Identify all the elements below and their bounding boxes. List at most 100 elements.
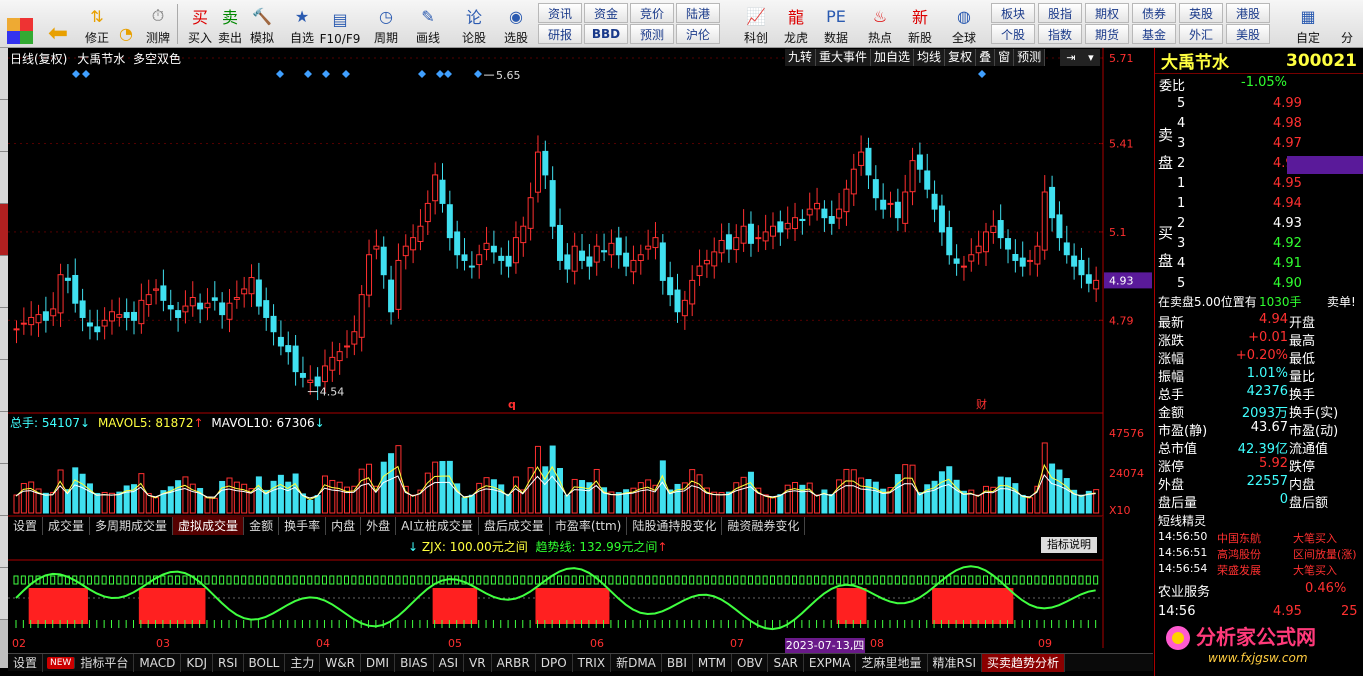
chart-tool-button[interactable]: 加自选 — [871, 49, 915, 66]
market-button[interactable]: 期货 — [1085, 24, 1129, 44]
clock-button[interactable]: ◷ 周期 — [368, 2, 404, 46]
indicator-tab[interactable]: VR — [464, 653, 492, 672]
indicator-tab[interactable]: 设置 — [8, 653, 44, 672]
chart-nav-arrows[interactable]: ⇥ ▾ — [1060, 49, 1100, 66]
price-tick: 4.79 — [1109, 314, 1134, 327]
kline-chart[interactable]: 5.71 5.41 5.1 4.79 4.93 5.65 4.54 q 财 47576 24074 X… — [8, 48, 1153, 653]
indicator-tab[interactable]: BOLL — [244, 653, 286, 672]
fix-button[interactable]: ⇅ 修正 — [82, 2, 112, 46]
market-button[interactable]: 股指 — [1038, 3, 1082, 23]
test-button[interactable]: ⏱ 测牌 — [142, 2, 174, 46]
main-tab[interactable]: 虚拟成交量 — [173, 517, 245, 535]
main-tab[interactable]: 金额 — [244, 517, 280, 535]
indicator-bar — [146, 588, 155, 624]
market-button[interactable]: 基金 — [1132, 24, 1176, 44]
chart-tool-button[interactable]: 复权 — [945, 49, 977, 66]
quick-link-button[interactable]: 陆港 — [676, 3, 720, 23]
main-tab[interactable]: 成交量 — [43, 517, 91, 535]
chart-button[interactable]: 📈 科创 — [738, 2, 774, 46]
main-tab[interactable]: 市盈率(ttm) — [550, 517, 628, 535]
main-tab[interactable]: 设置 — [8, 517, 44, 535]
indicator-tab[interactable]: RSI — [213, 653, 244, 672]
market-button[interactable]: 期权 — [1085, 3, 1129, 23]
indicator-tab[interactable]: 主力 — [285, 653, 321, 672]
market-button[interactable]: 个股 — [991, 24, 1035, 44]
clock-button[interactable]: ◔ — [112, 2, 140, 46]
market-button[interactable]: 指数 — [1038, 24, 1082, 44]
volume-bar — [505, 493, 512, 514]
chat-button[interactable]: 论论股 — [456, 2, 492, 46]
quick-link-button[interactable]: 预测 — [630, 24, 674, 44]
x-tick: 08 — [870, 637, 884, 650]
select-button[interactable]: ◉ 选股 — [498, 2, 534, 46]
left-side-tabs[interactable] — [0, 48, 8, 668]
market-button[interactable]: 外汇 — [1179, 24, 1223, 44]
chart-area[interactable]: 5.71 5.41 5.1 4.79 4.93 5.65 4.54 q 财 47576 24074 X… — [8, 48, 1153, 668]
market-button[interactable]: 港股 — [1226, 3, 1270, 23]
chart-tool-button[interactable]: 均线 — [914, 49, 946, 66]
f10-button[interactable]: ▤ F10/F9 — [320, 2, 361, 47]
indicator-tab[interactable]: W&R — [320, 653, 361, 672]
market-button[interactable]: 债券 — [1132, 3, 1176, 23]
quick-link-button[interactable]: 竞价 — [630, 3, 674, 23]
market-button[interactable]: 英股 — [1179, 3, 1223, 23]
chart-tool-button[interactable]: 窗 — [995, 49, 1015, 66]
indicator-help-button[interactable]: 指标说明 — [1041, 537, 1097, 553]
indicator-tab[interactable]: ASI — [434, 653, 465, 672]
newstock-button[interactable]: 新新股 — [902, 2, 938, 46]
indicator-tab[interactable]: OBV — [732, 653, 769, 672]
logo-icon[interactable] — [4, 2, 36, 46]
back-arrow-icon[interactable]: ⬅ — [42, 2, 74, 47]
expand-right-icon[interactable]: ⇥ — [1066, 51, 1075, 64]
indicator-tab[interactable]: 买卖趋势分析 — [982, 653, 1066, 672]
market-button[interactable]: 板块 — [991, 3, 1035, 23]
dragon-button[interactable]: 龍龙虎 — [778, 2, 814, 46]
star-button[interactable]: ★ 自选 — [284, 2, 320, 46]
chevron-down-icon[interactable]: ▾ — [1088, 51, 1094, 64]
quick-link-button[interactable]: BBD — [584, 24, 628, 44]
indicator-tab[interactable]: SAR — [768, 653, 804, 672]
quick-link-button[interactable]: 资讯 — [538, 3, 582, 23]
indicator-tab[interactable]: BIAS — [395, 653, 434, 672]
main-tab[interactable]: 融资融券变化 — [722, 517, 806, 535]
hammer-button[interactable]: 🔨 模拟 — [244, 2, 280, 46]
pen-button[interactable]: ✎ 画线 — [410, 2, 446, 46]
chart-tool-button[interactable]: 预测 — [1014, 49, 1046, 66]
indicator-tab[interactable]: EXPMA — [804, 653, 857, 672]
main-tab[interactable]: 换手率 — [279, 517, 327, 535]
quick-link-button[interactable]: 沪伦 — [676, 24, 720, 44]
chart-tool-button[interactable]: 九转 — [785, 49, 817, 66]
indicator-tab[interactable]: KDJ — [181, 653, 213, 672]
indicator-tab[interactable]: MTM — [693, 653, 732, 672]
indicator-tab[interactable]: MACD — [134, 653, 182, 672]
main-tab[interactable]: AI立桩成交量 — [396, 517, 479, 535]
main-tab[interactable]: 多周期成交量 — [90, 517, 174, 535]
main-tab[interactable]: 内盘 — [326, 517, 362, 535]
main-tab[interactable]: 陆股通持股变化 — [627, 517, 723, 535]
more-button[interactable]: 分 — [1334, 2, 1360, 46]
market-button[interactable]: 美股 — [1226, 24, 1270, 44]
globe-button[interactable]: ◍ 全球 — [946, 2, 982, 46]
main-tab[interactable]: 盘后成交量 — [479, 517, 550, 535]
quick-link-button[interactable]: 研报 — [538, 24, 582, 44]
candle — [410, 237, 417, 251]
indicator-tab[interactable]: DPO — [536, 653, 573, 672]
indicator-tab[interactable]: 芝麻里地量 — [856, 653, 928, 672]
pe-button[interactable]: PE 数据 — [818, 2, 854, 46]
indicator-tab[interactable]: TRIX — [573, 653, 612, 672]
fire-button[interactable]: ♨ 热点 — [862, 2, 898, 46]
custom-button[interactable]: ▦ 自定 — [1290, 2, 1326, 46]
chart-tool-button[interactable]: 重大事件 — [816, 49, 872, 66]
level-num: 5 — [1177, 276, 1186, 291]
indicator-tab[interactable]: BBI — [662, 653, 693, 672]
indicator-tab[interactable]: 指标平台 — [75, 653, 135, 672]
indicator-tab[interactable]: ARBR — [492, 653, 536, 672]
indicator-tab[interactable]: 新DMA — [611, 653, 662, 672]
main-tab[interactable]: 外盘 — [361, 517, 397, 535]
indicator-tab[interactable]: 精准RSI — [928, 653, 982, 672]
quick-link-button[interactable]: 资金 — [584, 3, 628, 23]
indicator-tab[interactable]: NEW — [47, 656, 76, 669]
chart-tool-button[interactable]: 叠 — [976, 49, 996, 66]
sell-button[interactable]: 卖卖出 — [212, 2, 248, 46]
indicator-tab[interactable]: DMI — [361, 653, 396, 672]
